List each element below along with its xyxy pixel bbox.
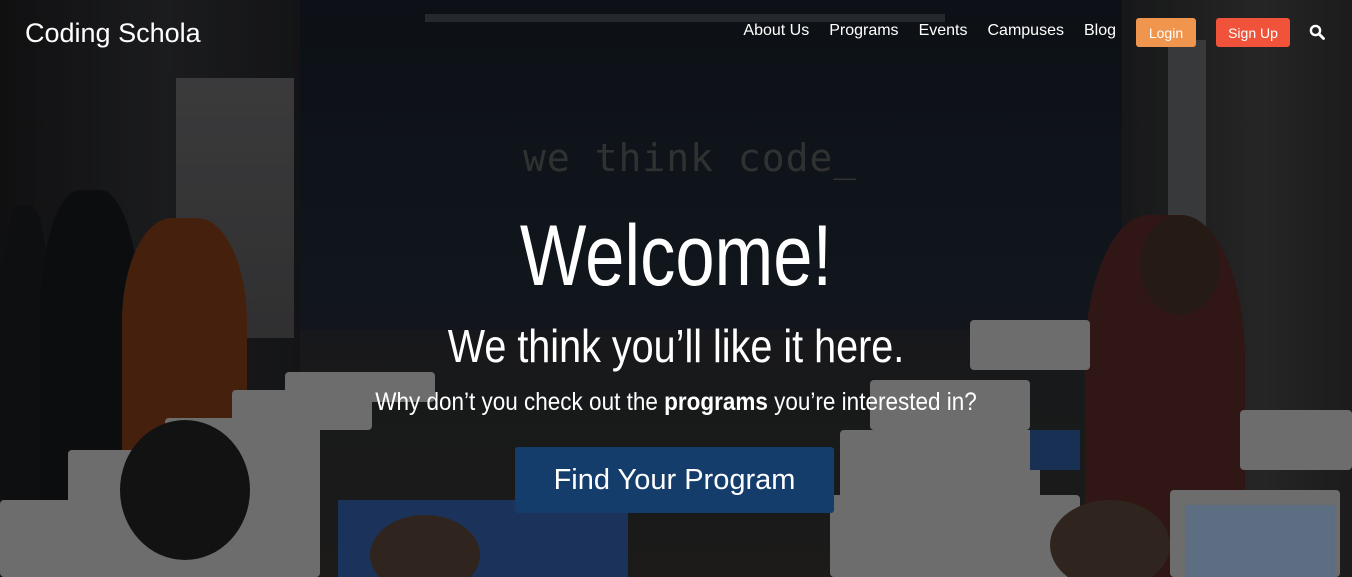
- signup-button[interactable]: Sign Up: [1216, 18, 1290, 47]
- hero-section: we think code_ Coding Schola About Us Pr…: [0, 0, 1352, 577]
- nav-link-blog[interactable]: Blog: [1084, 22, 1116, 40]
- nav-link-programs[interactable]: Programs: [829, 22, 898, 40]
- search-icon[interactable]: [1309, 24, 1325, 40]
- tagline-text-start: Why don’t you check out the: [375, 388, 665, 416]
- top-navbar: Coding Schola About Us Programs Events C…: [0, 0, 1352, 68]
- nav-links: About Us Programs Events Campuses Blog: [743, 22, 1116, 40]
- nav-link-events[interactable]: Events: [919, 22, 968, 40]
- nav-link-about-us[interactable]: About Us: [743, 22, 809, 40]
- nav-link-campuses[interactable]: Campuses: [987, 22, 1063, 40]
- login-button[interactable]: Login: [1136, 18, 1196, 47]
- tagline-programs-emphasis: programs: [664, 388, 768, 416]
- hero-headline: Welcome!: [519, 208, 833, 304]
- hero-subheadline: We think you’ll like it here.: [447, 320, 905, 372]
- hero-tagline: Why don’t you check out the programs you…: [68, 387, 1285, 417]
- find-your-program-button[interactable]: Find Your Program: [515, 447, 834, 513]
- brand-logo[interactable]: Coding Schola: [25, 18, 201, 49]
- tagline-text-end: you’re interested in?: [767, 388, 977, 416]
